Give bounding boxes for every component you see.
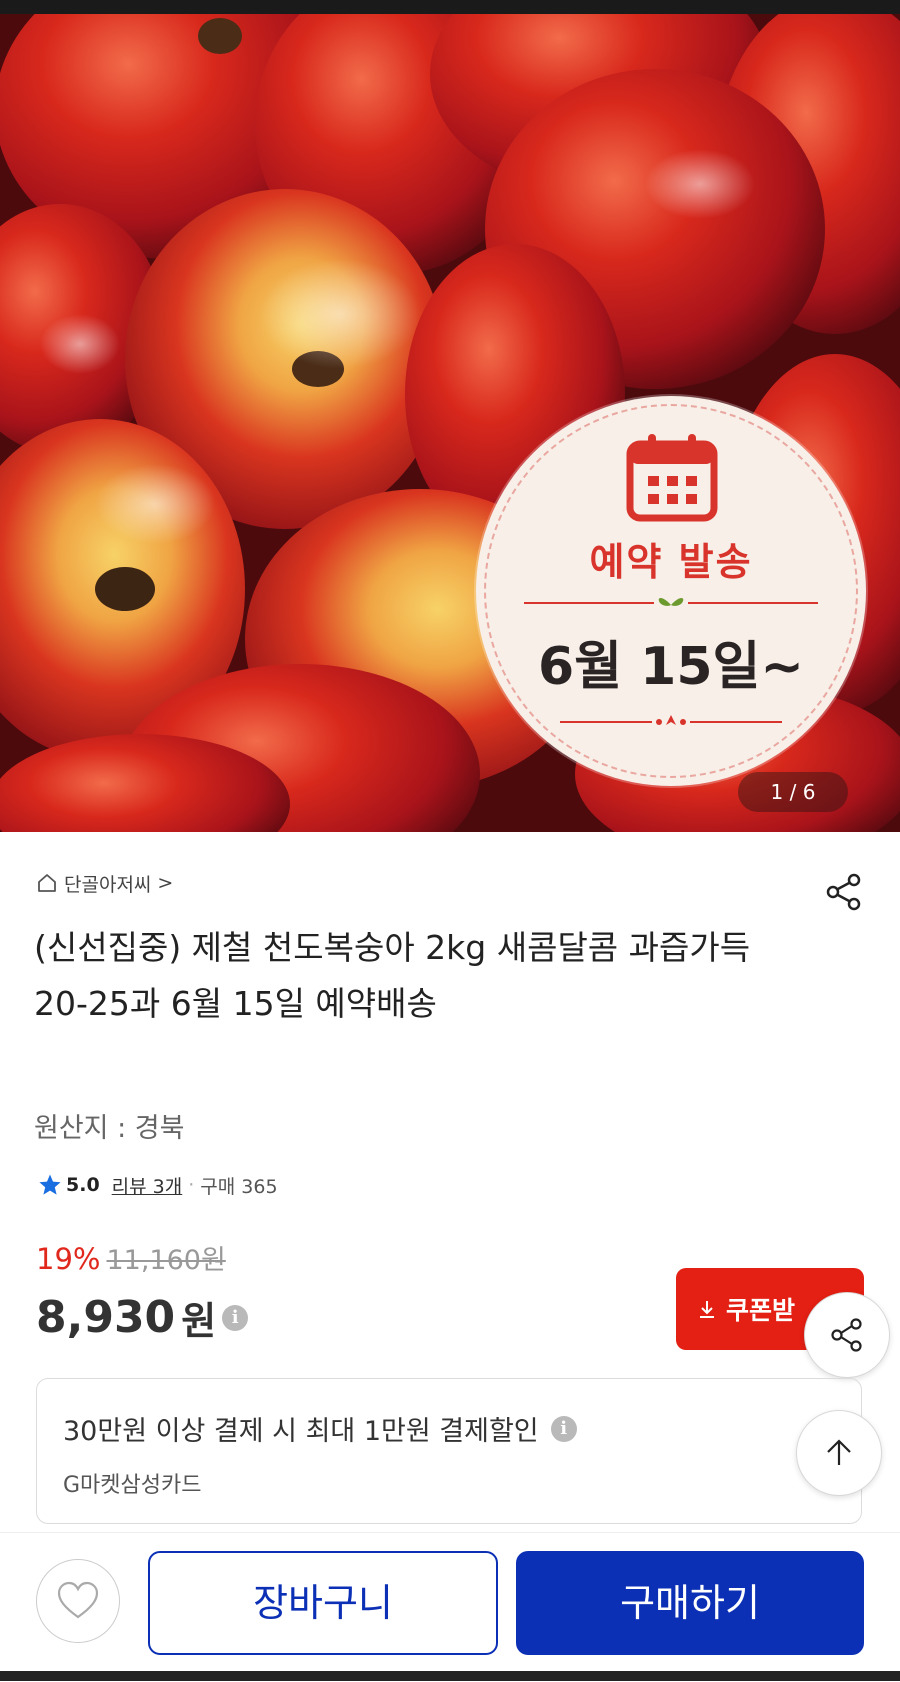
calendar-icon	[626, 434, 718, 522]
star-icon	[39, 1174, 61, 1195]
card-discount-text: 30만원 이상 결제 시 최대 1만원 결제할인	[63, 1416, 539, 1447]
image-pager: 1 / 6	[738, 772, 848, 812]
scroll-to-top-button[interactable]	[796, 1410, 882, 1496]
price-row: 8,930 원 i	[36, 1290, 249, 1345]
rating-score: 5.0	[66, 1174, 100, 1196]
add-to-cart-button[interactable]: 장바구니	[148, 1551, 498, 1655]
separator-dot: ·	[188, 1174, 195, 1196]
wishlist-button[interactable]	[36, 1559, 120, 1643]
seller-name: 단골아저씨	[64, 873, 152, 896]
share-icon[interactable]	[824, 872, 864, 912]
price-unit: 원	[181, 1299, 217, 1343]
reservation-badge: 예약 발송 6월 15일~	[476, 396, 866, 786]
home-icon	[38, 874, 56, 892]
product-image-carousel[interactable]: 예약 발송 6월 15일~ 1 / 6	[0, 14, 900, 832]
leaf-divider	[524, 598, 818, 606]
discount-rate: 19%	[36, 1242, 101, 1276]
badge-date: 6월 15일~	[538, 637, 804, 697]
share-icon	[831, 1318, 862, 1352]
ornament-divider	[560, 715, 782, 725]
status-strip	[0, 0, 900, 14]
product-origin: 원산지 : 경북	[34, 1113, 185, 1144]
purchase-count: 구매 365	[200, 1175, 278, 1198]
seller-link[interactable]: 단골아저씨 >	[36, 868, 173, 898]
product-title: (신선집중) 제철 천도복숭아 2kg 새콤달콤 과즙가득 20-25과 6월 …	[34, 928, 751, 1023]
original-price: 11,160원	[106, 1245, 226, 1276]
heart-icon	[57, 1581, 99, 1619]
badge-title: 예약 발송	[589, 540, 753, 584]
info-icon[interactable]: i	[550, 1415, 577, 1442]
download-icon	[700, 1301, 714, 1318]
review-count-link[interactable]: 리뷰 3개	[112, 1172, 183, 1199]
nav-strip	[0, 1671, 900, 1681]
card-discount-main: 30만원 이상 결제 시 최대 1만원 결제할인 i	[63, 1409, 577, 1448]
rating-row: 5.0 리뷰 3개 · 구매 365	[38, 1170, 278, 1200]
card-discount-banner[interactable]: 30만원 이상 결제 시 최대 1만원 결제할인 i G마켓삼성카드	[36, 1378, 862, 1524]
floating-share-button[interactable]	[804, 1292, 890, 1378]
coupon-label: 쿠폰받	[726, 1296, 796, 1325]
arrow-up-icon	[827, 1439, 851, 1465]
buy-now-button[interactable]: 구매하기	[516, 1551, 864, 1655]
sale-price: 8,930	[36, 1292, 176, 1343]
discount-row: 19% 11,160원	[36, 1238, 226, 1277]
chevron-right-icon: >	[157, 872, 174, 894]
card-name: G마켓삼성카드	[63, 1473, 202, 1498]
info-icon[interactable]: i	[222, 1304, 249, 1331]
bottom-action-bar: 장바구니 구매하기	[0, 1532, 900, 1682]
